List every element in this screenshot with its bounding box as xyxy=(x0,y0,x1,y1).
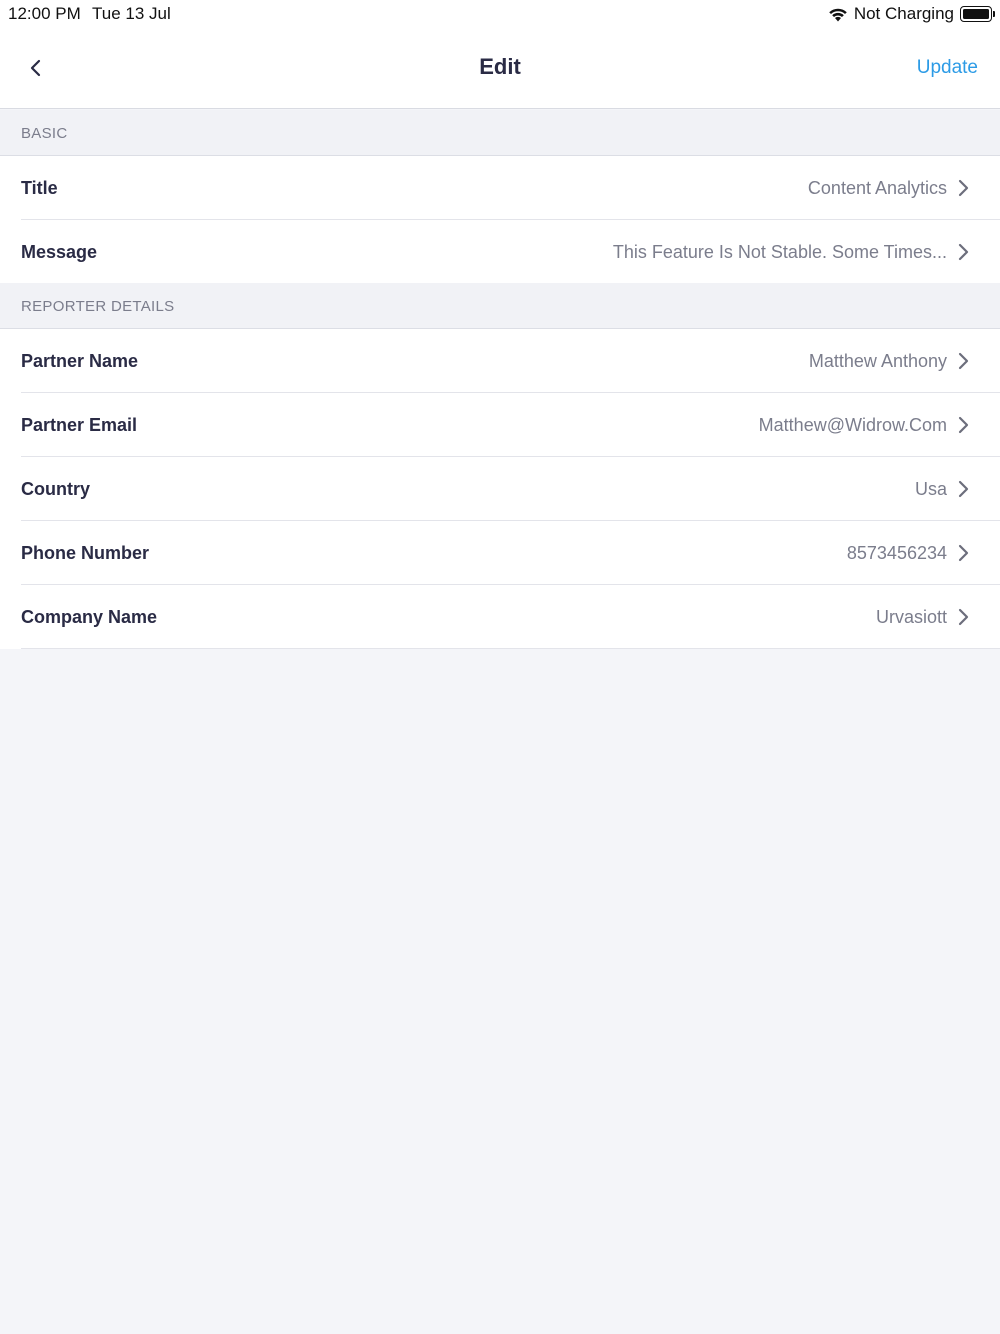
chevron-right-icon xyxy=(958,352,969,370)
row-partner-email[interactable]: Partner Email Matthew@Widrow.Com xyxy=(0,393,1000,457)
row-value: Usa xyxy=(914,478,947,499)
row-company-name[interactable]: Company Name Urvasiott xyxy=(0,585,1000,649)
row-value: Matthew Anthony xyxy=(808,350,947,371)
row-value: 8573456234 xyxy=(846,542,947,563)
battery-icon xyxy=(960,6,995,22)
update-button[interactable]: Update xyxy=(917,57,978,79)
page-title: Edit xyxy=(479,54,521,79)
row-value: Urvasiott xyxy=(875,606,947,627)
row-label: Country xyxy=(21,478,90,499)
row-country[interactable]: Country Usa xyxy=(0,457,1000,521)
row-label: Partner Email xyxy=(21,414,138,435)
section-header-reporter: REPORTER DETAILS xyxy=(0,283,1000,329)
status-bar: 12:00 PM Tue 13 Jul Not Charging xyxy=(0,0,1000,28)
wifi-icon xyxy=(829,8,847,21)
chevron-right-icon xyxy=(958,480,969,498)
row-partner-name[interactable]: Partner Name Matthew Anthony xyxy=(0,329,1000,393)
row-message[interactable]: Message This Feature Is Not Stable. Some… xyxy=(0,220,1000,284)
row-label: Phone Number xyxy=(21,542,150,563)
nav-bar: Edit Update xyxy=(0,28,1000,109)
row-phone-number[interactable]: Phone Number 8573456234 xyxy=(0,521,1000,585)
chevron-right-icon xyxy=(958,243,969,261)
row-label: Message xyxy=(21,241,98,262)
row-value: This Feature Is Not Stable. Some Times..… xyxy=(612,241,947,262)
chevron-right-icon xyxy=(958,544,969,562)
status-right: Not Charging xyxy=(828,4,995,24)
row-value: Content Analytics xyxy=(807,177,947,198)
section-header-basic: BASIC xyxy=(0,110,1000,156)
row-label: Partner Name xyxy=(21,350,139,371)
chevron-right-icon xyxy=(958,416,969,434)
status-time: 12:00 PM xyxy=(8,4,81,23)
reporter-list: Partner Name Matthew Anthony Partner Ema… xyxy=(0,328,1000,649)
row-label: Company Name xyxy=(21,606,158,627)
row-value: Matthew@Widrow.Com xyxy=(758,414,947,435)
chevron-right-icon xyxy=(958,608,969,626)
basic-list: Title Content Analytics Message This Fea… xyxy=(0,155,1000,284)
charging-status: Not Charging xyxy=(853,4,954,23)
status-date: Tue 13 Jul xyxy=(92,4,171,23)
chevron-right-icon xyxy=(958,179,969,197)
row-title[interactable]: Title Content Analytics xyxy=(0,156,1000,220)
row-label: Title xyxy=(21,177,58,198)
